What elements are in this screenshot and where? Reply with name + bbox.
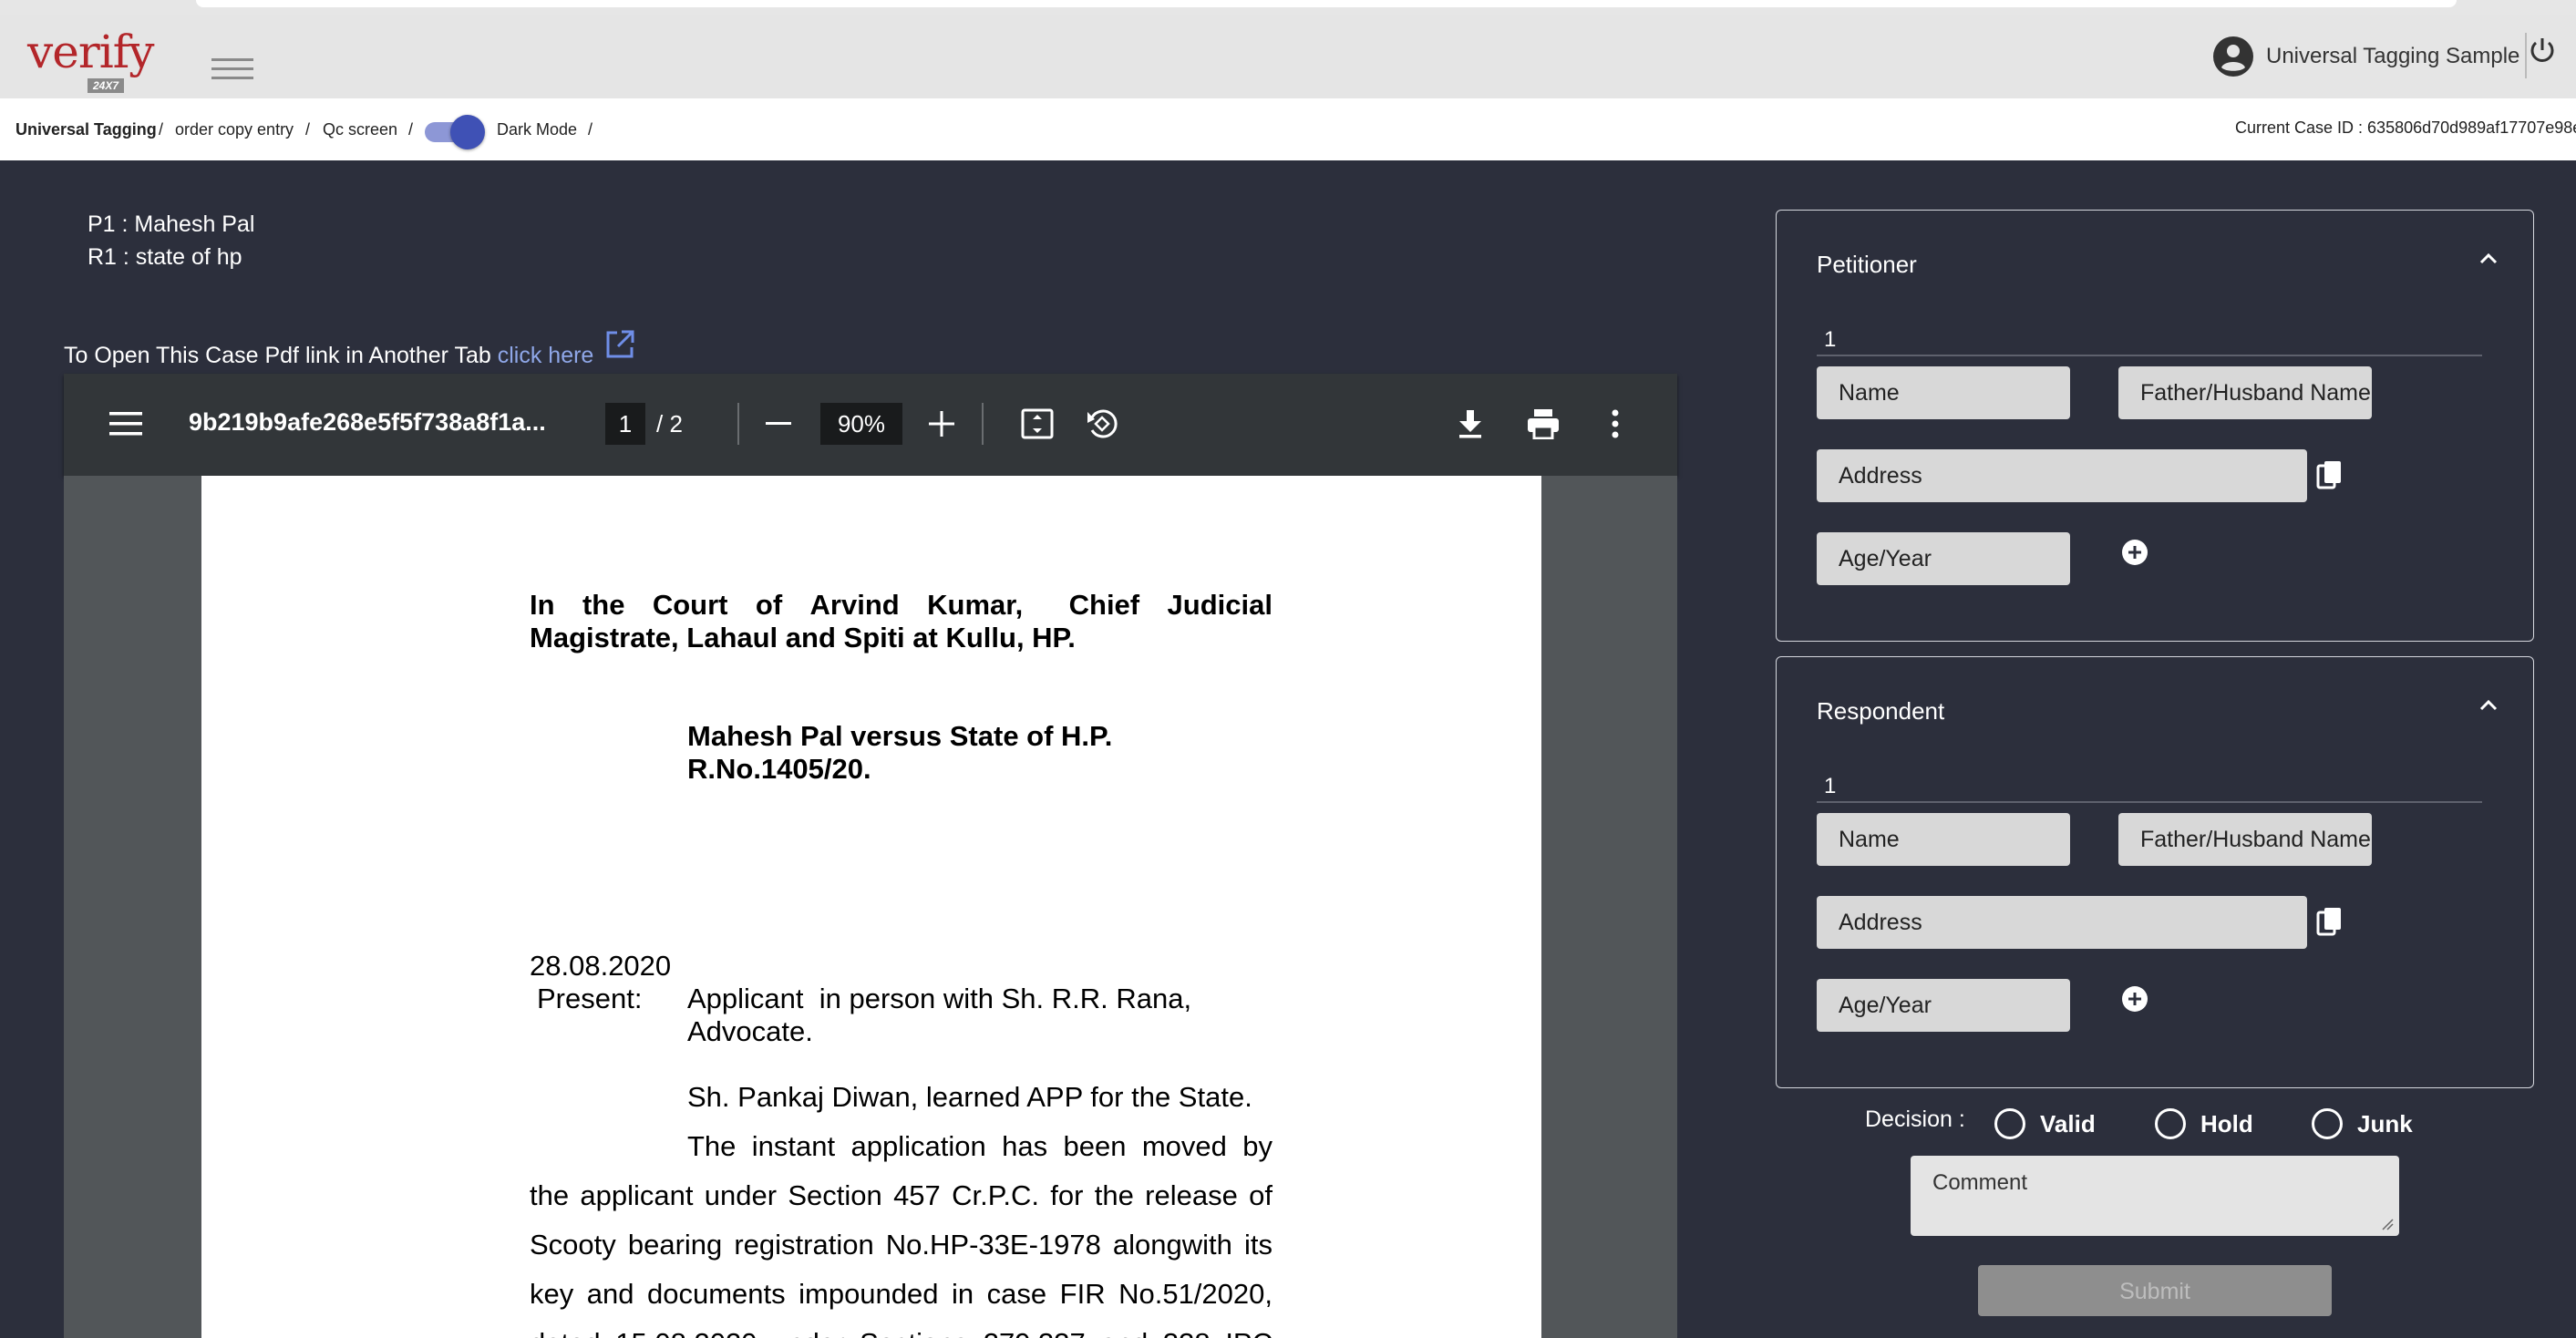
pdf-page: In the Court of Arvind Kumar, Chief Judicial Ma… [201,476,1541,1338]
comment-textarea[interactable]: Comment [1911,1156,2399,1236]
download-icon[interactable] [1457,408,1484,439]
doc-para-line1: The instant application has been moved b… [687,1130,1273,1162]
decision-label: Decision : [1865,1106,1965,1132]
print-icon[interactable] [1526,408,1561,439]
doc-date: 28.08.2020 [530,950,672,982]
breadcrumb-separator: / [408,120,414,139]
resize-handle-icon[interactable] [2381,1218,2394,1230]
toolbar-divider [982,403,984,445]
zoom-out-icon[interactable] [766,414,791,432]
pdf-filename: 9b219b9afe268e5f5f738a8f1a... [189,408,546,436]
radio-valid-label: Valid [2040,1110,2096,1137]
respondent-panel: Respondent 1 Name Father/Husband Name Ad… [1776,656,2534,1088]
doc-present-line2: Advocate. [687,1015,813,1047]
radio-hold-label: Hold [2200,1110,2253,1137]
pdf-page-input[interactable]: 1 [605,403,645,445]
respondent-father-name-field[interactable]: Father/Husband Name [2118,813,2372,866]
breadcrumb: Universal Tagging / order copy entry / Q… [0,98,2576,160]
chevron-up-icon[interactable] [2477,247,2500,271]
respondent-name-field[interactable]: Name [1817,813,2070,866]
zoom-in-icon[interactable] [929,411,954,437]
browser-top-strip [0,0,2576,15]
dark-mode-toggle[interactable] [425,115,485,149]
menu-icon[interactable] [211,58,253,86]
account-icon[interactable] [2211,35,2255,78]
dark-mode-label: Dark Mode [497,120,578,139]
radio-junk-label: Junk [2357,1110,2413,1137]
doc-heading-line1: In the Court of Arvind Kumar, Chief Judicial [530,589,1273,621]
petitioner-panel: Petitioner 1 Name Father/Husband Name Ad… [1776,210,2534,642]
party-r1: R1 : state of hp [88,244,242,270]
breadcrumb-item-order-copy-entry[interactable]: order copy entry [175,120,294,139]
copy-icon[interactable] [2316,907,2344,938]
doc-present-label: Present: [537,983,643,1014]
power-icon[interactable] [2527,35,2558,66]
doc-heading-line2: Magistrate, Lahaul and Spiti at Kullu, H… [530,622,1076,654]
petitioner-index-underline [1817,355,2482,356]
case-id: Current Case ID : 635806d70d989af17707e9… [2235,118,2576,137]
breadcrumb-separator: / [588,120,593,139]
add-circle-icon[interactable] [2121,985,2148,1013]
breadcrumb-item-qc-screen[interactable]: Qc screen [323,120,397,139]
radio-junk[interactable] [2312,1108,2343,1139]
petitioner-age-field[interactable]: Age/Year [1817,532,2070,585]
doc-present-line1: Applicant in person with Sh. R.R. Rana, [687,983,1192,1014]
pdf-viewer[interactable]: In the Court of Arvind Kumar, Chief Judicial Ma… [64,476,1677,1338]
open-pdf-label: To Open This Case Pdf link in Another Ta… [64,343,498,368]
pdf-page-total: / 2 [656,410,683,437]
more-options-icon[interactable] [1610,408,1621,439]
open-pdf-text: To Open This Case Pdf link in Another Ta… [64,343,593,369]
rotate-icon[interactable] [1085,407,1119,441]
add-circle-icon[interactable] [2121,539,2148,566]
comment-placeholder: Comment [1932,1170,2028,1195]
submit-button[interactable]: Submit [1978,1265,2332,1316]
respondent-address-field[interactable]: Address [1817,896,2307,949]
doc-app-line: Sh. Pankaj Diwan, learned APP for the St… [687,1081,1252,1113]
doc-case-title: Mahesh Pal versus State of H.P. [687,720,1113,752]
address-bar [196,0,2457,7]
doc-para-line3: Scooty bearing registration No.HP-33E-19… [530,1229,1273,1261]
radio-valid[interactable] [1994,1108,2025,1139]
toolbar-divider [737,403,739,445]
petitioner-title: Petitioner [1817,251,1917,278]
radio-hold[interactable] [2155,1108,2186,1139]
petitioner-name-field[interactable]: Name [1817,366,2070,419]
user-name: Universal Tagging Sample [2266,44,2520,68]
app-header: verify 24X7 Universal Tagging Sample [0,15,2576,98]
open-pdf-link[interactable]: click here [498,343,594,368]
breadcrumb-item-universal-tagging[interactable]: Universal Tagging [15,120,157,139]
party-p1: P1 : Mahesh Pal [88,211,255,237]
chevron-up-icon[interactable] [2477,694,2500,717]
petitioner-index: 1 [1824,327,1837,352]
respondent-title: Respondent [1817,697,1945,725]
breadcrumb-separator: / [305,120,311,139]
copy-icon[interactable] [2316,460,2344,491]
petitioner-father-name-field[interactable]: Father/Husband Name [2118,366,2372,419]
doc-para-line2: the applicant under Section 457 Cr.P.C. … [530,1179,1273,1211]
doc-para-line4: key and documents impounded in case FIR … [530,1278,1273,1310]
open-in-new-icon[interactable] [603,328,636,361]
respondent-index: 1 [1824,774,1837,798]
pdf-toolbar: 9b219b9afe268e5f5f738a8f1a... 1 / 2 90% [64,374,1677,476]
pdf-zoom-input[interactable]: 90% [820,403,902,445]
doc-para-line5: dated 15.08.2020 under Sections 279,337 … [530,1327,1273,1338]
fit-page-icon[interactable] [1021,408,1054,439]
breadcrumb-separator: / [159,120,164,139]
logo: verify [27,26,154,78]
respondent-index-underline [1817,801,2482,803]
petitioner-address-field[interactable]: Address [1817,449,2307,502]
logo-tagline: 24X7 [88,78,125,93]
pdf-menu-icon[interactable] [109,410,142,437]
doc-case-number: R.No.1405/20. [687,753,871,785]
respondent-age-field[interactable]: Age/Year [1817,979,2070,1032]
